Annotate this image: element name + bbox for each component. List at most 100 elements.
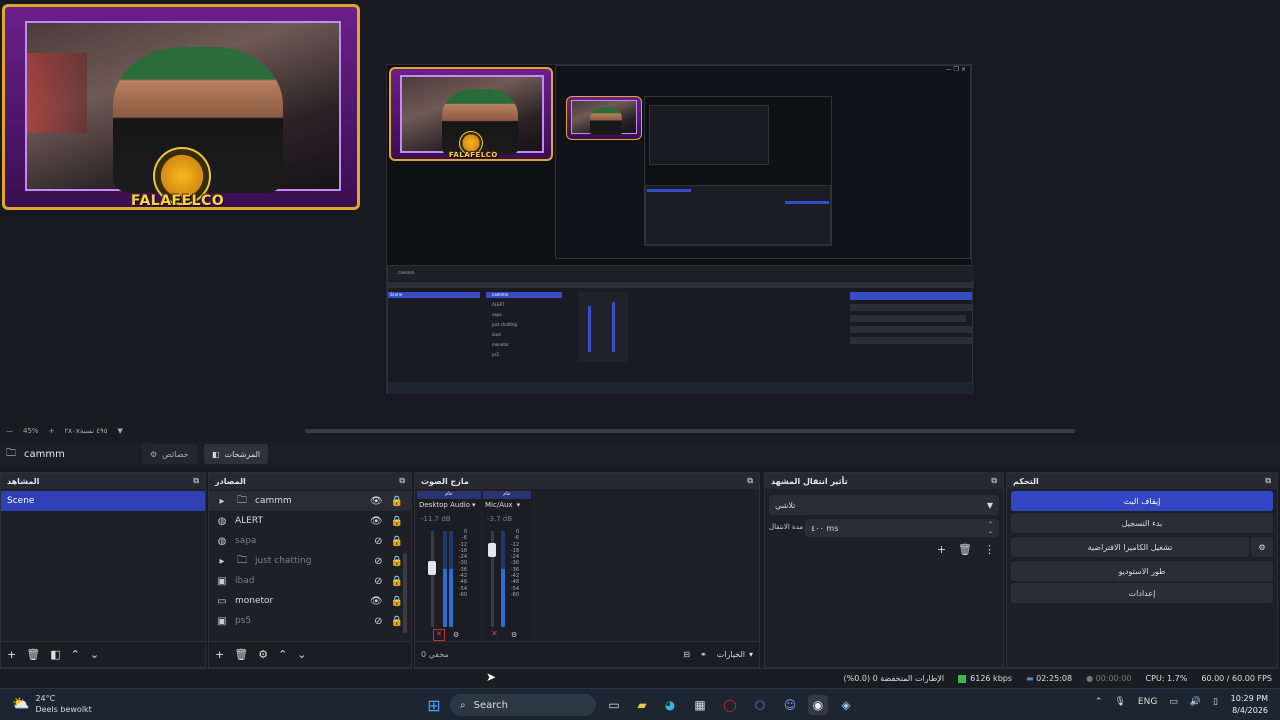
obs-icon[interactable]: ◉ xyxy=(808,695,828,715)
windows-start-icon[interactable]: ⊞ xyxy=(424,695,444,715)
volume-slider[interactable] xyxy=(488,543,496,557)
eye-hidden-icon[interactable]: ⊘ xyxy=(374,576,382,587)
battery-icon[interactable]: ▯ xyxy=(1213,697,1218,707)
popout-icon[interactable]: ⧉ xyxy=(1265,476,1271,486)
expand-arrow-icon[interactable]: ▸ xyxy=(215,556,229,567)
zoom-in-icon[interactable]: + xyxy=(49,427,55,435)
eye-hidden-icon[interactable]: ⊘ xyxy=(374,616,382,627)
source-item[interactable]: ▸ 🗀 cammm 👁 🔒 xyxy=(209,491,411,511)
mute-icon[interactable]: ✕ xyxy=(491,629,498,638)
mute-icon[interactable]: ✕ xyxy=(433,629,445,641)
language-indicator[interactable]: ENG xyxy=(1138,697,1157,707)
start-record-button[interactable]: بدء التسجيل xyxy=(1011,513,1273,533)
source-item[interactable]: ◍ ALERT 👁 🔒 xyxy=(209,511,411,531)
edge-icon[interactable]: ◕ xyxy=(660,695,680,715)
opera-icon[interactable]: ◯ xyxy=(720,695,740,715)
tab-properties[interactable]: ⚙ خصائص xyxy=(142,444,197,464)
scene-item[interactable]: Scene xyxy=(1,491,205,511)
virtual-camera-settings[interactable]: ⚙ xyxy=(1251,537,1273,557)
store-icon[interactable]: ▦ xyxy=(690,695,710,715)
lock-icon[interactable]: 🔒 xyxy=(391,496,403,507)
volume-track xyxy=(431,531,434,627)
search-label: Search xyxy=(473,699,508,711)
lock-icon[interactable]: 🔒 xyxy=(391,616,403,627)
source-item[interactable]: ▭ monetor 👁 🔒 xyxy=(209,591,411,611)
eye-hidden-icon[interactable]: ⊘ xyxy=(374,556,382,567)
chevron-down-icon[interactable]: ⌄ xyxy=(90,648,99,661)
windows-taskbar: ⛅ 24°C Deels bewolkt ⊞ ⌕ Search ▭ ▰ ◕ ▦ … xyxy=(0,688,1280,720)
stop-stream-button[interactable]: إيقاف البث xyxy=(1011,491,1273,511)
add-icon[interactable]: + xyxy=(937,543,946,556)
studio-mode-button[interactable]: طور الاستوديو xyxy=(1011,561,1273,581)
chevron-up-icon[interactable]: ⌃ xyxy=(278,648,287,661)
lock-icon[interactable]: 🔒 xyxy=(391,596,403,607)
eye-icon[interactable]: 👁 xyxy=(370,516,383,527)
duration-input[interactable]: ٤٠٠ ms ⌃ ⌄ xyxy=(805,519,999,537)
eye-hidden-icon[interactable]: ⊘ xyxy=(374,536,382,547)
lock-icon[interactable]: 🔒 xyxy=(391,576,403,587)
app-icon[interactable]: ⬡ xyxy=(750,695,770,715)
eye-icon[interactable]: 👁 xyxy=(370,596,383,607)
trash-icon[interactable]: 🗑 xyxy=(234,648,248,661)
taskbar-clock[interactable]: 10:29 PM 8/4/2026 xyxy=(1231,693,1268,717)
trash-icon[interactable]: 🗑 xyxy=(26,648,40,661)
popout-icon[interactable]: ⧉ xyxy=(747,476,753,486)
add-icon[interactable]: + xyxy=(7,648,16,661)
webcam-overlay[interactable]: FALAFELCO xyxy=(2,4,360,210)
settings-icon[interactable]: ⚙ xyxy=(511,631,517,639)
popout-icon[interactable]: ⧉ xyxy=(991,476,997,486)
popout-icon[interactable]: ⧉ xyxy=(399,476,405,486)
sources-scrollbar[interactable] xyxy=(403,553,407,633)
taskbar-search[interactable]: ⌕ Search xyxy=(450,694,596,716)
discord-icon[interactable]: ☺ xyxy=(780,695,800,715)
transition-select[interactable]: تلاشي ▼ xyxy=(769,495,999,515)
more-icon[interactable]: ⋮ xyxy=(984,543,995,556)
network-icon[interactable]: ▭ xyxy=(1169,697,1178,707)
spinner-icon[interactable]: ⌃ ⌄ xyxy=(988,521,993,535)
lock-icon[interactable]: 🔒 xyxy=(391,556,403,567)
source-name: sapa xyxy=(235,536,257,546)
popout-icon[interactable]: ⧉ xyxy=(193,476,199,486)
preview-area[interactable]: FALAFELCO FALAFELCO — ❐ ✕ cammm Scene ca… xyxy=(0,0,1280,424)
task-view-icon[interactable]: ▭ xyxy=(604,695,624,715)
gear-icon[interactable]: ⚙ xyxy=(258,648,268,661)
layout-icon[interactable]: ⊟ xyxy=(683,650,690,659)
options-label: الخيارات xyxy=(716,650,745,659)
chevron-up-icon[interactable]: ⌃ xyxy=(71,648,80,661)
volume-icon[interactable]: 🔊 xyxy=(1190,697,1201,707)
source-item[interactable]: ◍ sapa ⊘ 🔒 xyxy=(209,531,411,551)
volume-slider[interactable] xyxy=(428,561,436,575)
link-icon[interactable]: ⚭ xyxy=(700,650,707,659)
preview-scrollbar[interactable] xyxy=(305,429,1075,433)
file-explorer-icon[interactable]: ▰ xyxy=(632,695,652,715)
chevron-down-icon[interactable]: ▾ xyxy=(517,501,521,509)
tab-filters-label: المرشحات xyxy=(224,449,261,459)
chevron-down-icon[interactable]: ▾ xyxy=(472,501,476,509)
chevron-down-icon[interactable]: ▼ xyxy=(117,427,122,435)
channel-name: Desktop Audio xyxy=(419,501,470,509)
weather-widget[interactable]: ⛅ 24°C Deels bewolkt xyxy=(12,693,92,715)
source-item[interactable]: ▸ 🗀 just chatting ⊘ 🔒 xyxy=(209,551,411,571)
settings-button[interactable]: إعدادات xyxy=(1011,583,1273,603)
lock-icon[interactable]: 🔒 xyxy=(391,536,403,547)
source-item[interactable]: ▣ ibad ⊘ 🔒 xyxy=(209,571,411,591)
level-meter xyxy=(449,531,453,627)
chevron-up-icon[interactable]: ⌃ xyxy=(1095,697,1103,707)
source-item[interactable]: ▣ ps5 ⊘ 🔒 xyxy=(209,611,411,631)
preview-canvas[interactable]: FALAFELCO — ❐ ✕ cammm Scene cammm ALERT xyxy=(386,64,974,394)
steam-icon[interactable]: ◈ xyxy=(836,695,856,715)
add-icon[interactable]: + xyxy=(215,648,224,661)
virtual-camera-button[interactable]: تشغيل الكاميرا الافتراضية xyxy=(1011,537,1249,557)
zoom-out-icon[interactable]: — xyxy=(6,427,13,435)
eye-icon[interactable]: 👁 xyxy=(370,496,383,507)
microphone-icon[interactable]: 🎙 xyxy=(1114,697,1125,707)
record-icon: ● xyxy=(1086,674,1094,683)
chevron-down-icon[interactable]: ⌄ xyxy=(297,648,306,661)
lock-icon[interactable]: 🔒 xyxy=(391,516,403,527)
settings-icon[interactable]: ⚙ xyxy=(453,631,459,639)
filter-icon[interactable]: ◧ xyxy=(50,648,60,661)
trash-icon[interactable]: 🗑 xyxy=(958,543,972,556)
expand-arrow-icon[interactable]: ▸ xyxy=(215,496,229,507)
options-button[interactable]: الخيارات ▾ xyxy=(717,650,753,659)
tab-filters[interactable]: ◧ المرشحات xyxy=(204,444,269,464)
